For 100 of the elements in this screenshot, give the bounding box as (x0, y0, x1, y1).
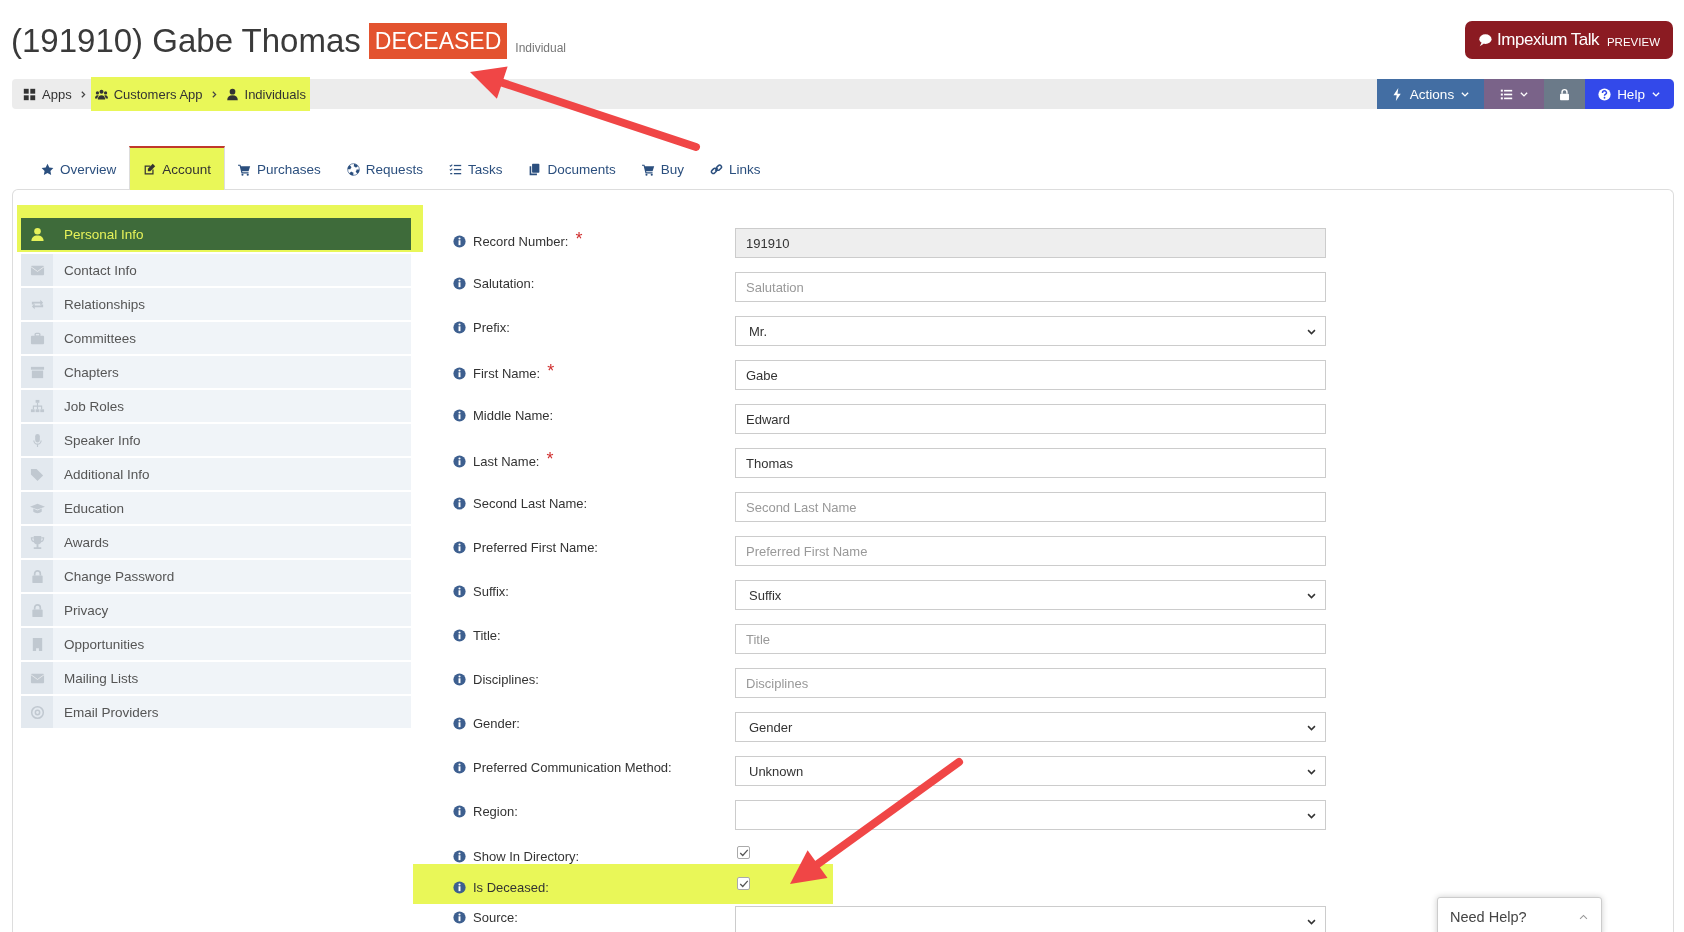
sidebar-item[interactable]: Change Password (21, 560, 411, 592)
select-field[interactable]: Unknown (735, 756, 1326, 786)
checkbox[interactable] (737, 877, 750, 890)
actions-button[interactable]: Actions (1377, 79, 1484, 109)
info-icon (453, 409, 466, 422)
info-icon (453, 717, 466, 730)
sidebar-item[interactable]: Privacy (21, 594, 411, 626)
page-title: (191910) Gabe Thomas (11, 21, 361, 61)
required-mark: * (575, 229, 583, 250)
trophy-icon (29, 534, 45, 550)
users-icon (94, 87, 108, 101)
breadcrumb-link[interactable]: Apps (19, 77, 76, 111)
info-icon (453, 629, 466, 642)
text-field[interactable]: Salutation (735, 272, 1326, 302)
breadcrumb-link[interactable]: Individuals (221, 77, 310, 111)
field-label: Disciplines: (473, 672, 539, 687)
sidebar-item[interactable]: Relationships (21, 288, 411, 320)
info-icon (453, 366, 466, 380)
tab[interactable]: Account (129, 146, 226, 190)
tab[interactable]: Requests (333, 149, 436, 189)
text-field[interactable]: Preferred First Name (735, 536, 1326, 566)
info-icon (453, 805, 466, 818)
sidebar-item[interactable]: Job Roles (21, 390, 411, 422)
info-icon (453, 881, 466, 894)
required-mark: * (546, 449, 554, 470)
need-help-button[interactable]: Need Help? (1437, 897, 1602, 932)
select-field[interactable]: Mr. (735, 316, 1326, 346)
sidebar-item[interactable]: Committees (21, 322, 411, 354)
info-icon (453, 911, 466, 924)
sidebar-item[interactable]: Email Providers (21, 696, 411, 728)
user-icon (225, 87, 239, 101)
tag-icon (29, 466, 45, 482)
documents-icon (528, 162, 542, 176)
chat-bubble-icon (1478, 33, 1493, 47)
sidebar-item[interactable]: Awards (21, 526, 411, 558)
cart-icon (641, 162, 655, 176)
briefcase-icon (29, 330, 45, 346)
life-ring-icon (346, 162, 360, 176)
lock-icon (29, 568, 45, 584)
select-field[interactable]: Suffix (735, 580, 1326, 610)
caret-icon (1460, 89, 1471, 99)
tab[interactable]: Documents (515, 149, 629, 189)
field-label: Preferred First Name: (473, 540, 598, 555)
text-field[interactable]: Disciplines (735, 668, 1326, 698)
tab[interactable]: Buy (628, 149, 697, 189)
text-field[interactable]: Title (735, 624, 1326, 654)
text-field[interactable]: Gabe (735, 360, 1326, 390)
field-label: Second Last Name: (473, 496, 588, 511)
checkbox[interactable] (737, 846, 750, 859)
link-icon (709, 162, 723, 176)
star-icon (41, 162, 54, 176)
info-icon (453, 850, 466, 863)
list-button[interactable] (1484, 79, 1544, 109)
breadcrumb-link[interactable]: Customers App (90, 77, 207, 111)
required-mark: * (547, 361, 555, 382)
list-icon (1499, 87, 1513, 101)
info-icon (453, 541, 466, 554)
grid-icon (23, 87, 36, 101)
sidebar-item[interactable]: Chapters (21, 356, 411, 388)
user-icon (29, 226, 45, 242)
sidebar-item[interactable]: Contact Info (21, 254, 411, 286)
info-icon (453, 234, 466, 248)
edit-icon (143, 162, 157, 176)
text-field[interactable]: Thomas (735, 448, 1326, 478)
field-label: Is Deceased: (473, 880, 549, 895)
lock-icon (29, 602, 45, 618)
info-icon (453, 497, 466, 510)
help-icon (1598, 87, 1612, 101)
select-field[interactable] (735, 800, 1326, 830)
tab[interactable]: Tasks (435, 149, 516, 189)
sidebar-item[interactable]: Additional Info (21, 458, 411, 490)
sidebar-item[interactable]: Personal Info (21, 218, 411, 250)
select-field[interactable]: Gender (735, 712, 1326, 742)
field-label: Prefix: (473, 320, 510, 335)
info-icon (453, 454, 466, 468)
sidebar-item[interactable]: Speaker Info (21, 424, 411, 456)
tab[interactable]: Overview (28, 149, 130, 189)
field-label: First Name: (473, 365, 541, 381)
help-button[interactable]: Help (1585, 79, 1674, 109)
checklist-icon (448, 162, 462, 176)
sidebar-item[interactable]: Education (21, 492, 411, 524)
field-label: Region: (473, 804, 518, 819)
text-field[interactable]: 191910 (735, 228, 1326, 258)
lock-button[interactable] (1544, 79, 1585, 109)
field-label: Salutation: (473, 276, 535, 291)
info-icon (453, 321, 466, 334)
field-label: Gender: (473, 716, 520, 731)
sidebar-item[interactable]: Opportunities (21, 628, 411, 660)
field-label: Middle Name: (473, 408, 554, 423)
tab[interactable]: Links (696, 149, 774, 189)
info-icon (453, 585, 466, 598)
tab[interactable]: Purchases (225, 149, 334, 189)
text-field[interactable]: Second Last Name (735, 492, 1326, 522)
text-field[interactable]: Edward (735, 404, 1326, 434)
select-field[interactable] (735, 906, 1326, 932)
info-icon (453, 673, 466, 686)
field-label: Last Name: (473, 453, 540, 469)
sidebar-item[interactable]: Mailing Lists (21, 662, 411, 694)
talk-button[interactable]: Impexium Talk PREVIEW (1465, 21, 1673, 59)
field-label: Title: (473, 628, 501, 643)
